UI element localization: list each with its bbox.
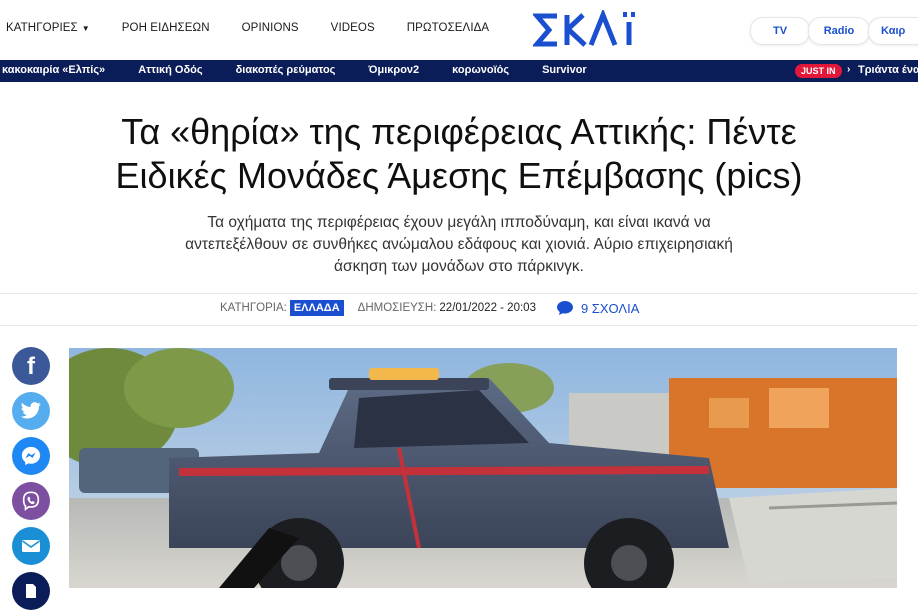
email-icon [22,540,40,552]
site-header: ΚΑΤΗΓΟΡΙΕΣ ▼ ΡΟΗ ΕΙΔΗΣΕΩΝ OPINIONS VIDEOS… [0,0,918,58]
subtitle-line: Τα οχήματα της περιφέρειας έχουν μεγάλη … [207,214,711,231]
published-label: ΔΗΜΟΣΙΕΥΣΗ: [357,302,437,314]
trending-item[interactable]: Survivor [542,64,587,76]
messenger-share-button[interactable] [12,437,50,475]
divider [0,325,918,326]
nav-categories-label: ΚΑΤΗΓΟΡΙΕΣ [6,22,78,34]
facebook-icon: f [27,353,35,380]
article-hero-image [69,348,897,588]
subtitle-line: άσκηση των μονάδων στο πάρκινγκ. [334,258,584,275]
messenger-icon [21,446,41,466]
radio-link[interactable]: Radio [808,17,870,45]
nav-categories[interactable]: ΚΑΤΗΓΟΡΙΕΣ ▼ [6,22,90,34]
divider [0,293,918,294]
just-in-arrow-icon: › [847,64,851,75]
subtitle-line: αντεπεξέλθουν σε συνθήκες ανώμαλου εδάφο… [185,236,733,253]
article-title-line: Τα «θηρία» της περιφέρειας Αττικής: Πέντ… [121,111,797,152]
category-badge[interactable]: ΕΛΛΑΔΑ [289,300,344,316]
nav-front-pages[interactable]: ΠΡΩΤΟΣΕΛΙΔΑ [407,22,489,34]
nav-videos[interactable]: VIDEOS [331,22,375,34]
facebook-share-button[interactable]: f [12,347,50,385]
viber-icon [22,491,40,511]
nav-opinions[interactable]: OPINIONS [242,22,299,34]
tv-link[interactable]: TV [750,17,810,45]
comments-link[interactable]: 9 ΣΧΟΛΙΑ [581,301,639,316]
article-title-line: Ειδικές Μονάδες Άμεσης Επέμβασης (pics) [115,155,803,196]
skai-logo[interactable] [533,10,651,50]
published-date: 22/01/2022 - 20:03 [439,302,536,314]
nav-news-feed[interactable]: ΡΟΗ ΕΙΔΗΣΕΩΝ [122,22,210,34]
print-share-button[interactable] [12,572,50,610]
trending-item[interactable]: κορωνοϊός [452,64,509,76]
weather-label: Καιρ [881,25,906,37]
radio-label: Radio [823,25,855,37]
trending-item[interactable]: Όμικρον2 [368,64,419,76]
weather-link[interactable]: Καιρ [868,17,918,45]
category-label: ΚΑΤΗΓΟΡΙΑ: [220,302,287,314]
trending-bar: κακοκαιρία «Ελπίς» Αττική Οδός διακοπές … [0,60,918,82]
print-icon [26,584,36,598]
twitter-icon [20,402,41,419]
viber-share-button[interactable] [12,482,50,520]
trending-item[interactable]: κακοκαιρία «Ελπίς» [2,64,105,76]
article-meta: ΚΑΤΗΓΟΡΙΑ: ΕΛΛΑΔΑ ΔΗΜΟΣΙΕΥΣΗ: 22/01/2022… [220,300,639,316]
trending-item[interactable]: Αττική Οδός [138,64,202,76]
chevron-down-icon: ▼ [81,24,90,33]
just-in-headline[interactable]: Τριάντα ένα [858,64,918,76]
comment-bubble-icon[interactable] [556,300,574,316]
email-share-button[interactable] [12,527,50,565]
just-in-badge: JUST IN [795,64,842,78]
main-nav: ΚΑΤΗΓΟΡΙΕΣ ▼ ΡΟΗ ΕΙΔΗΣΕΩΝ OPINIONS VIDEOS… [6,22,521,34]
twitter-share-button[interactable] [12,392,50,430]
article-subtitle: Τα οχήματα της περιφέρειας έχουν μεγάλη … [150,212,768,278]
article-title: Τα «θηρία» της περιφέρειας Αττικής: Πέντ… [0,110,918,198]
tv-label: TV [772,25,788,37]
trending-list: κακοκαιρία «Ελπίς» Αττική Οδός διακοπές … [2,64,620,76]
trending-item[interactable]: διακοπές ρεύματος [236,64,336,76]
